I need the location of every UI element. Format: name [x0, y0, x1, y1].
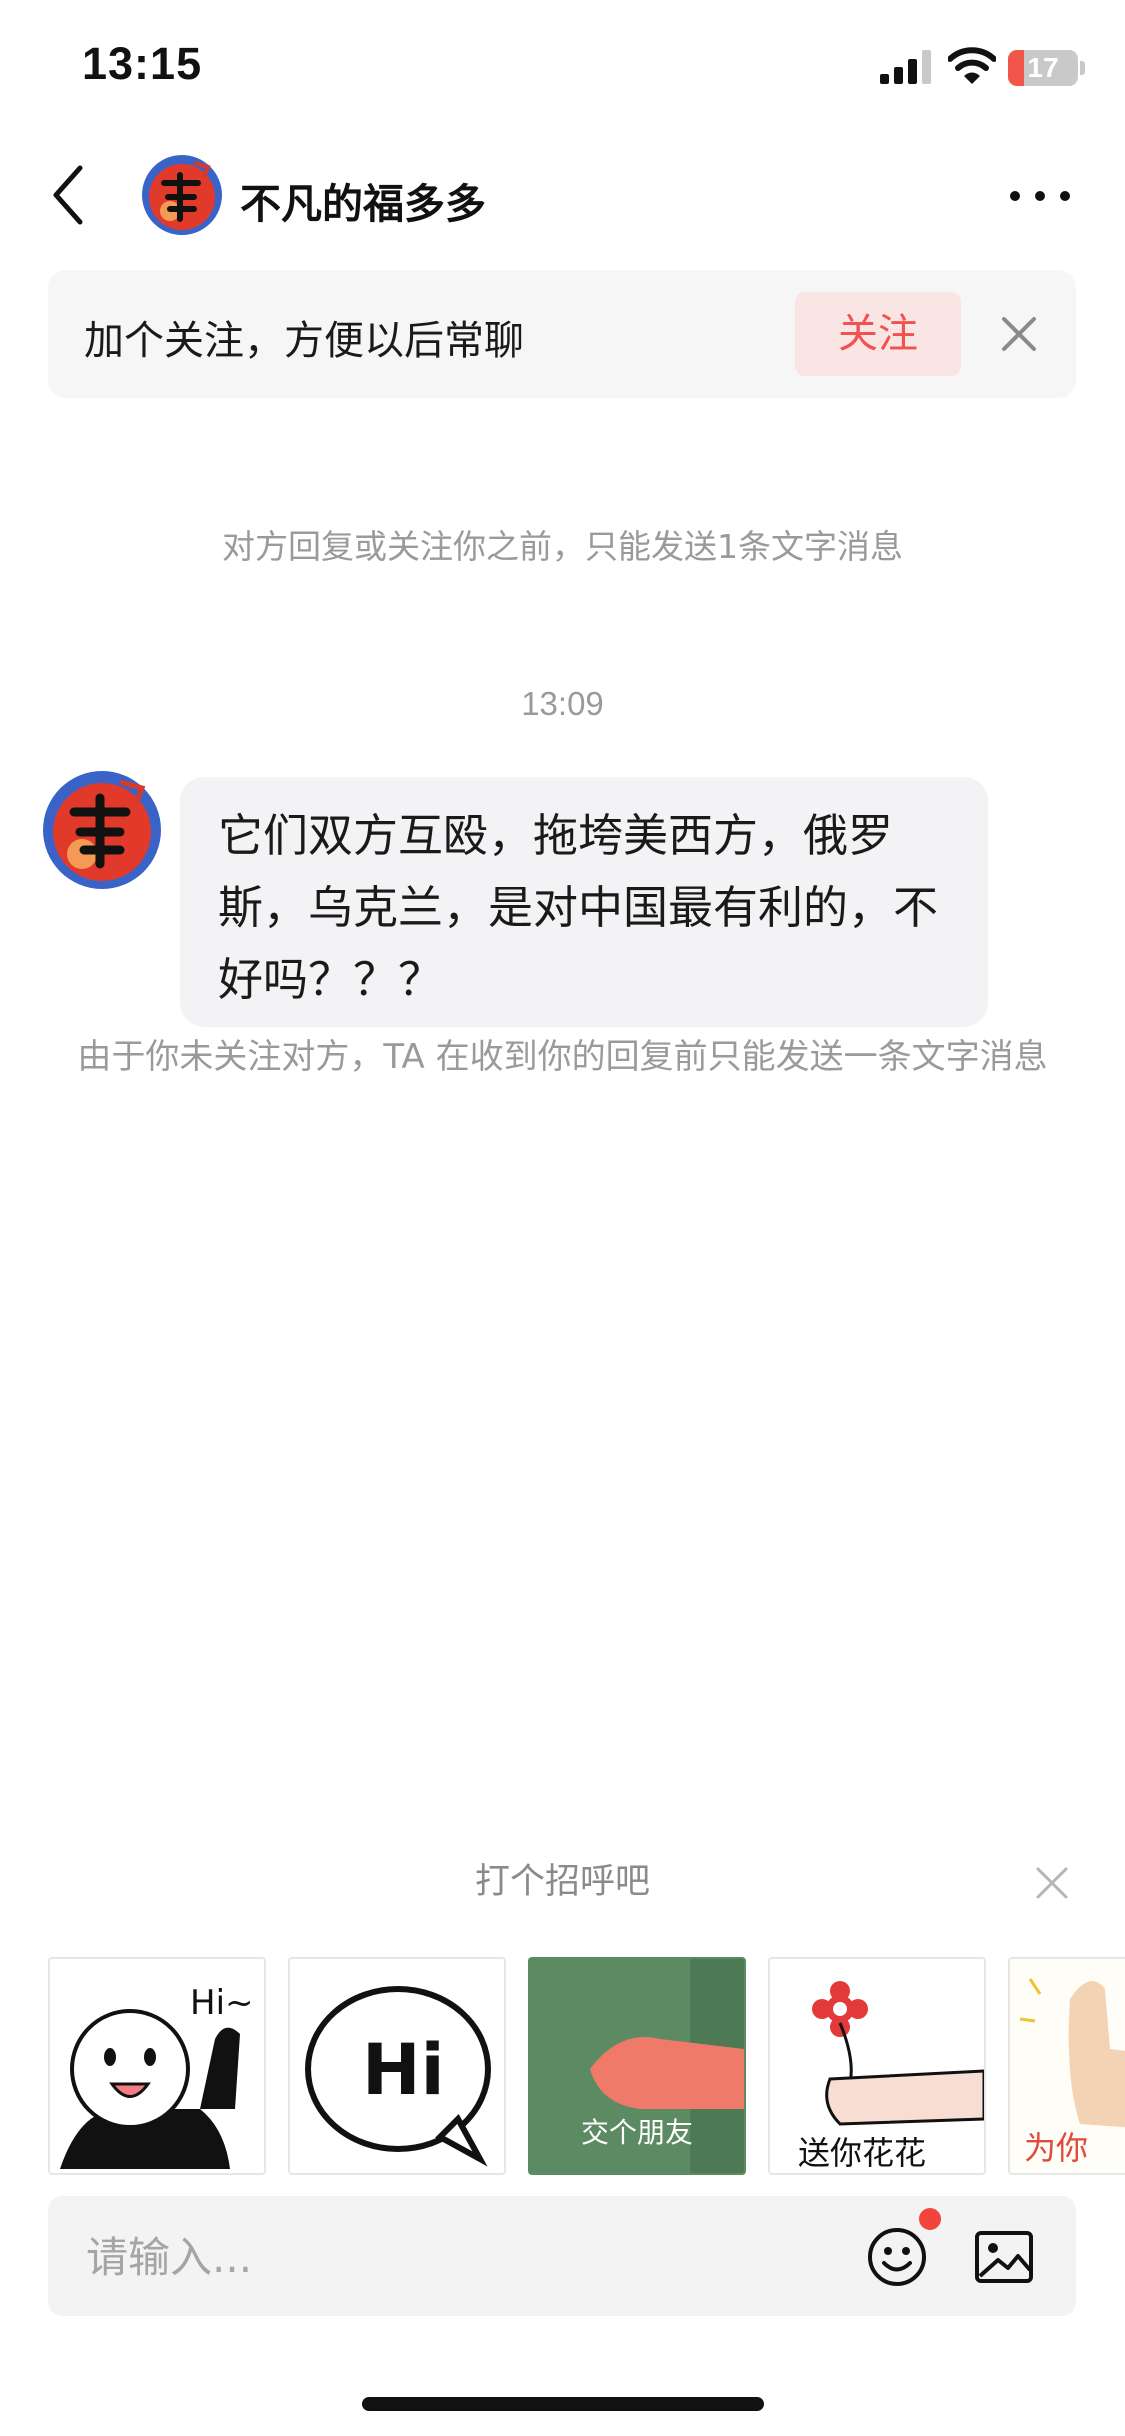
follow-banner-text: 加个关注，方便以后常聊: [84, 318, 524, 364]
sticker-label: 交个朋友: [580, 2116, 693, 2149]
system-notice: 对方回复或关注你之前，只能发送1条文字消息: [222, 527, 903, 566]
message-notice: 由于你未关注对方，TA 在收到你的回复前只能发送一条文字消息: [77, 1037, 1048, 1077]
battery-icon: 17: [1008, 50, 1078, 86]
sticker-panda-hi[interactable]: Hi~: [48, 1957, 266, 2175]
sticker-flower[interactable]: 送你花花: [768, 1957, 986, 2175]
greeting-title: 打个招呼吧: [474, 1862, 650, 1902]
more-dots-icon[interactable]: [1005, 178, 1075, 214]
image-icon[interactable]: [974, 2230, 1034, 2284]
sticker-text: Hi: [362, 2029, 445, 2111]
panda-hi-sticker: Hi~: [60, 1983, 254, 2169]
sender-avatar[interactable]: [40, 768, 164, 892]
page-title: 不凡的福多多: [240, 180, 486, 228]
battery-nub: [1080, 61, 1085, 75]
follow-button[interactable]: 关注: [795, 292, 961, 376]
chevron-left-icon[interactable]: [44, 160, 104, 230]
thumbs-up-sticker: 为你: [1010, 1959, 1125, 2173]
message-timestamp: 13:09: [521, 685, 604, 722]
sticker-text: Hi~: [190, 1983, 254, 2023]
message-text: 它们双方互殴，拖垮美西方，俄罗斯，乌克兰，是对中国最有利的，不好吗？？？: [218, 809, 939, 1006]
home-indicator[interactable]: [362, 2397, 764, 2411]
signal-icon: [880, 50, 931, 84]
sticker-text: 为你: [1024, 2129, 1088, 2167]
emoji-icon[interactable]: [866, 2226, 928, 2288]
notification-dot: [919, 2208, 941, 2230]
sticker-thumbs-up[interactable]: 为你: [1008, 1957, 1125, 2175]
avatar[interactable]: [140, 153, 224, 237]
status-time: 13:15: [82, 38, 203, 89]
wifi-icon: [948, 47, 996, 84]
speech-bubble-hi-sticker: Hi: [305, 1986, 491, 2167]
message-input[interactable]: [84, 2222, 808, 2292]
close-icon[interactable]: [1034, 1865, 1070, 1901]
close-icon[interactable]: [998, 313, 1040, 355]
sticker-text: 送你花花: [798, 2134, 926, 2172]
sticker-make-friends[interactable]: 交个朋友: [528, 1957, 746, 2175]
sticker-speech-hi[interactable]: Hi: [288, 1957, 506, 2175]
flower-gift-sticker: 送你花花: [798, 1981, 984, 2172]
battery-level: 17: [1027, 52, 1059, 83]
